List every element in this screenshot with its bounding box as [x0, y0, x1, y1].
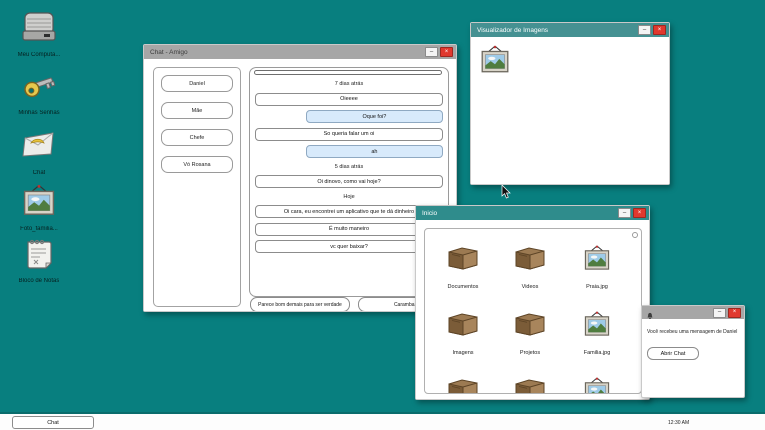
file-item[interactable]	[561, 377, 633, 394]
picture-icon	[581, 245, 613, 277]
date-separator: 5 dias atrás	[255, 163, 443, 171]
desktop-icon-notes[interactable]: Bloco de Notas	[2, 236, 76, 294]
folder-icon	[447, 377, 479, 394]
notification-minimize-button[interactable]: –	[713, 308, 726, 318]
inicio-minimize-button[interactable]: –	[618, 208, 631, 218]
inicio-title: Inicio	[422, 210, 618, 217]
notification-titlebar[interactable]: – ×	[642, 306, 744, 319]
image-viewer-window: Visualizador de Imagens – ×	[470, 22, 670, 185]
contact-button-1[interactable]: Daniel	[161, 75, 233, 92]
desktop-icon-label: Bloco de Notas	[19, 278, 60, 284]
viewer-close-button[interactable]: ×	[653, 25, 666, 35]
contact-button-2[interactable]: Mãe	[161, 102, 233, 119]
desktop-icon-label: Foto_familia...	[20, 226, 58, 232]
folder-icon	[447, 245, 479, 277]
message-out: ah	[306, 145, 443, 158]
file-item-label: Familia.jpg	[584, 350, 611, 356]
desktop-icon-family-photo[interactable]: Foto_familia...	[2, 184, 76, 242]
file-item[interactable]: Imagens	[427, 311, 499, 356]
picture-icon	[581, 377, 613, 394]
picture-icon[interactable]	[479, 45, 511, 75]
taskbar-clock: 12:30 AM	[668, 420, 689, 426]
file-item-label: Imagens	[452, 350, 473, 356]
file-item[interactable]: Familia.jpg	[561, 311, 633, 356]
desktop-icon-label: Minhas Senhas	[18, 110, 59, 116]
chat-window-titlebar[interactable]: Chat - Amigo – ×	[144, 45, 456, 59]
desktop-icon-label: Meu Computa...	[18, 52, 61, 58]
image-viewer-titlebar[interactable]: Visualizador de Imagens – ×	[471, 23, 669, 37]
folder-icon	[514, 311, 546, 343]
desktop-icon-chat[interactable]: Chat	[2, 128, 76, 186]
file-item-label: Projetos	[520, 350, 540, 356]
file-item-label: Documentos	[448, 284, 479, 290]
inicio-window: Inicio – × Documentos Videos Praia.jpg I…	[415, 205, 650, 400]
desktop-icon-label: Chat	[33, 170, 46, 176]
date-separator: 7 dias atrás	[255, 80, 443, 88]
harddrive-icon	[21, 10, 57, 44]
file-item[interactable]: Projetos	[494, 311, 566, 356]
file-item-label: Praia.jpg	[586, 284, 608, 290]
file-item[interactable]	[427, 377, 499, 394]
folder-icon	[447, 311, 479, 343]
file-item[interactable]: Videos	[494, 245, 566, 290]
taskbar-chat-button[interactable]: Chat	[12, 416, 94, 429]
date-separator: Hoje	[255, 193, 443, 201]
message-in: Oi dinovo, como vai hoje?	[255, 175, 443, 188]
reply-option-button[interactable]: Parece bom demais para ser verdade	[250, 297, 350, 311]
folder-icon	[514, 245, 546, 277]
file-item[interactable]: Praia.jpg	[561, 245, 633, 290]
picture-icon	[581, 311, 613, 343]
picture-icon	[21, 184, 57, 218]
message-in: Oieeee	[255, 93, 443, 106]
open-chat-button[interactable]: Abrir Chat	[647, 347, 699, 360]
files-panel: Documentos Videos Praia.jpg Imagens Proj…	[424, 228, 642, 394]
chat-window-title: Chat - Amigo	[150, 49, 425, 56]
scrollbar-thumb[interactable]	[254, 70, 442, 75]
desktop-icon-my-computer[interactable]: Meu Computa...	[2, 10, 76, 68]
contact-button-3[interactable]: Chefe	[161, 129, 233, 146]
mail-icon	[21, 128, 57, 162]
key-icon	[21, 68, 57, 102]
notification-window: – × Você recebeu uma mensagem de Daniel …	[641, 305, 745, 398]
bell-icon	[646, 308, 654, 317]
message-in: So queria falar um oi	[255, 128, 443, 141]
chat-minimize-button[interactable]: –	[425, 47, 438, 57]
inicio-close-button[interactable]: ×	[633, 208, 646, 218]
file-item[interactable]	[494, 377, 566, 394]
scroll-indicator[interactable]	[632, 232, 638, 238]
contact-button-4[interactable]: Vó Rosana	[161, 156, 233, 173]
taskbar: Chat 12:30 AM	[0, 412, 765, 430]
desktop-icon-passwords[interactable]: Minhas Senhas	[2, 68, 76, 126]
chat-close-button[interactable]: ×	[440, 47, 453, 57]
chat-window: Chat - Amigo – × Daniel Mãe Chefe Vó Rosana…	[143, 44, 457, 312]
cursor-icon	[501, 185, 511, 199]
chat-contacts-panel: Daniel Mãe Chefe Vó Rosana	[153, 67, 241, 307]
file-item[interactable]: Documentos	[427, 245, 499, 290]
file-item-label: Videos	[522, 284, 539, 290]
inicio-titlebar[interactable]: Inicio – ×	[416, 206, 649, 220]
viewer-minimize-button[interactable]: –	[638, 25, 651, 35]
notification-message: Você recebeu uma mensagem de Daniel	[647, 329, 741, 335]
desktop: Meu Computa... Minhas Senhas Chat Foto_f…	[0, 0, 765, 430]
folder-icon	[514, 377, 546, 394]
message-out: Oque foi?	[306, 110, 443, 123]
notification-close-button[interactable]: ×	[728, 308, 741, 318]
image-viewer-title: Visualizador de Imagens	[477, 27, 638, 34]
notepad-icon	[21, 236, 57, 270]
